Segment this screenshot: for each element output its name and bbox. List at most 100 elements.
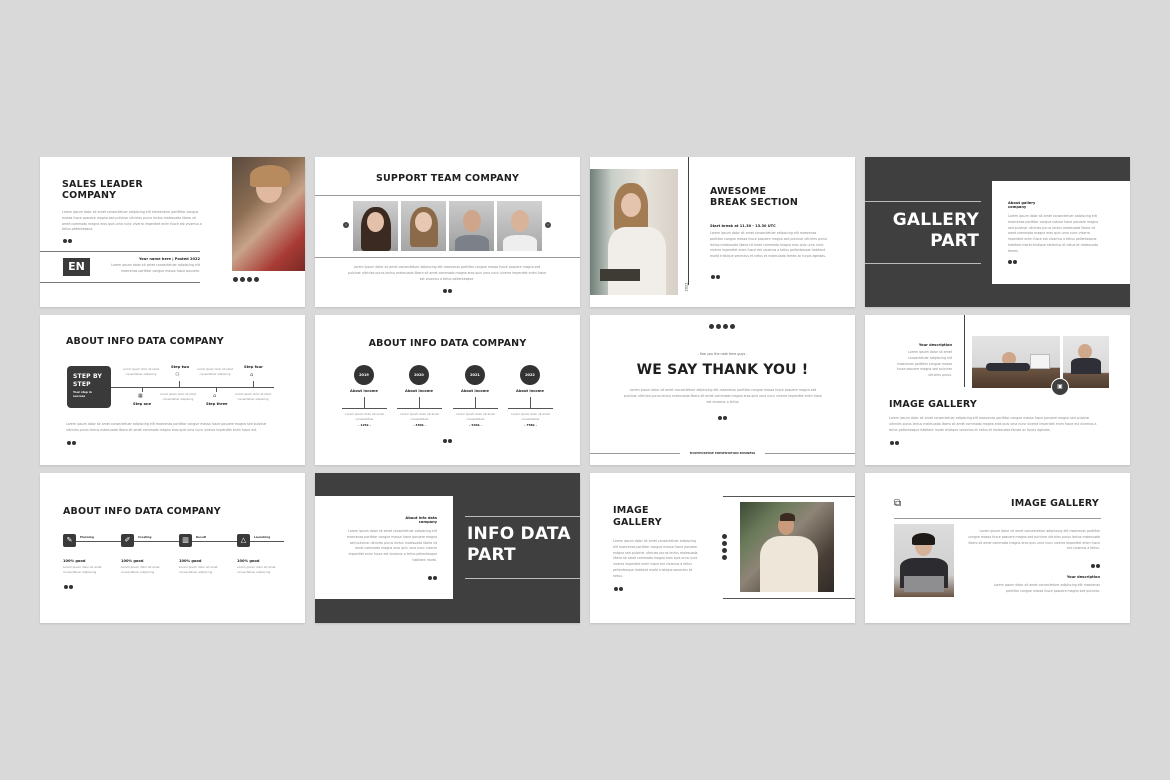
twitter-icon[interactable] [240, 277, 245, 282]
process-stat: 100% good [179, 559, 202, 563]
slide-image-gallery-c[interactable]: ⧉ IMAGE GALLERY Lorem ipsum dolor sit am… [865, 473, 1130, 623]
twitter-icon[interactable] [722, 541, 727, 546]
team-member-photo [401, 201, 446, 251]
break-time: Start break at 11.30 - 13.30 UTC [710, 224, 776, 228]
step-label: Step three [206, 402, 228, 406]
divider [40, 282, 200, 283]
gallery-icon: ⧉ [894, 498, 902, 509]
step-label: Step four [244, 365, 263, 369]
slide-sales-leader[interactable]: SALES LEADER COMPANY Lorem ipsum dolor s… [40, 157, 305, 307]
linkedin-icon[interactable] [254, 277, 259, 282]
item-label: About income [516, 389, 544, 393]
divider [315, 195, 580, 196]
pencil-icon: ✎ [63, 534, 76, 547]
twitter-icon[interactable] [716, 324, 721, 329]
pagination-dots [718, 416, 727, 420]
slide-image-gallery-a[interactable]: Your description Lorem ipsum dolor sit a… [865, 315, 1130, 465]
vertical-divider [964, 315, 965, 387]
facebook-icon[interactable] [709, 324, 714, 329]
pagination-dots [711, 275, 720, 279]
slide-yearly-income[interactable]: ABOUT INFO DATA COMPANY 2019 About income… [315, 315, 580, 465]
process-text: Lorem ipsum dolor sit amet consectetuer … [237, 565, 276, 574]
slide-image-gallery-b[interactable]: IMAGE GALLERY Lorem ipsum dolor sit amet… [590, 473, 855, 623]
next-arrow-button[interactable]: › [545, 222, 551, 228]
team-member-photo [449, 201, 494, 251]
vertical-divider [688, 157, 689, 285]
slide-title: ABOUT INFO DATA COMPANY [63, 506, 221, 517]
gallery-photo [972, 336, 1060, 388]
social-icons [709, 324, 735, 329]
divider [723, 496, 855, 497]
slide-title: ABOUT INFO DATA COMPANY [66, 336, 224, 347]
gallery-badge-icon: ▣ [1051, 378, 1069, 396]
slide-info-data-part[interactable]: About info data company Lorem ipsum dolo… [315, 473, 580, 623]
prev-arrow-button[interactable]: ‹ [343, 222, 349, 228]
divider [865, 263, 981, 264]
process-label: Creating [138, 535, 153, 539]
info-card: About info data company Lorem ipsum dolo… [315, 496, 453, 599]
item-text: Lorem ipsum dolor sit amet consectetuer [400, 412, 439, 421]
timeline-line [111, 387, 274, 388]
instagram-icon[interactable] [247, 277, 252, 282]
instagram-icon[interactable] [723, 324, 728, 329]
slide-title: SUPPORT TEAM COMPANY [375, 173, 520, 184]
item-value: - 330k - [413, 423, 426, 427]
linkedin-icon[interactable] [722, 555, 727, 560]
portrait-photo [232, 157, 305, 271]
body-text: Lorem ipsum dolor sit amet consectetuer … [710, 231, 828, 259]
logo-badge: EN [63, 258, 90, 276]
slide-gallery-part[interactable]: GALLERY PART About gallery company Lorem… [865, 157, 1130, 307]
step-label: Step two [171, 365, 190, 369]
card-body: Lorem ipsum dolor sit amet consectetuer … [346, 529, 437, 562]
body-text: Lorem ipsum dolor sit amet consectetuer … [347, 265, 547, 281]
step-text: Lorem ipsum dolor sit amet consectetuer … [123, 368, 159, 376]
process-text: Lorem ipsum dolor sit amet consectetuer … [63, 565, 102, 574]
info-card: About gallery company Lorem ipsum dolor … [992, 181, 1130, 284]
description-title: Your description [1066, 575, 1100, 579]
facebook-icon[interactable] [722, 534, 727, 539]
divider [465, 578, 580, 579]
step-box-sub: Your step in success [73, 390, 92, 398]
pagination-dots [443, 439, 452, 443]
body-text: Lorem ipsum dolor sit amet consectetuer … [66, 422, 267, 432]
slide-thank-you[interactable]: - See you the next time guys - WE SAY TH… [590, 315, 855, 465]
slide-title: IMAGE GALLERY [613, 505, 662, 529]
slide-title: IMAGE GALLERY [889, 399, 977, 410]
social-icons [233, 277, 259, 282]
description-title: Your description [918, 343, 952, 347]
author-body: Lorem ipsum dolor sit amet consectetuer … [111, 263, 200, 273]
step-box: STEP BY STEP Your step in success [67, 366, 111, 408]
slide-support-team[interactable]: SUPPORT TEAM COMPANY ‹ › Lorem ipsum dol… [315, 157, 580, 307]
pagination-dots [890, 441, 899, 445]
process-label: Launching [254, 535, 272, 539]
timeline-line [63, 541, 284, 542]
slide-title: AWESOME BREAK SECTION [710, 186, 799, 208]
divider [865, 201, 981, 202]
instagram-icon[interactable] [722, 548, 727, 553]
pagination-dots [614, 587, 623, 591]
step-label: Step one [133, 402, 152, 406]
divider [315, 257, 580, 258]
divider [765, 453, 855, 454]
card-title: About info data company [405, 516, 437, 524]
woman-laptop-photo [894, 524, 954, 597]
chart-icon: ▦ [138, 393, 143, 399]
slide-title: ABOUT INFO DATA COMPANY [368, 338, 527, 349]
slide-process[interactable]: ABOUT INFO DATA COMPANY ✎ Planning 100% go… [40, 473, 305, 623]
slide-title: WE SAY THANK YOU ! [636, 362, 809, 378]
author-line: Your name here | Posted 2022 [139, 257, 200, 261]
year-badge: 2022 [520, 365, 540, 385]
divider [40, 251, 200, 252]
slide-step-by-step[interactable]: ABOUT INFO DATA COMPANY STEP BY STEP You… [40, 315, 305, 465]
slide-break-section[interactable]: 2022 AWESOME BREAK SECTION Start break a… [590, 157, 855, 307]
home-icon: ⌂ [250, 372, 254, 378]
linkedin-icon[interactable] [730, 324, 735, 329]
process-stat: 100% good [237, 559, 260, 563]
process-stat: 100% good [121, 559, 144, 563]
pagination-dots [63, 239, 72, 243]
divider [465, 516, 580, 517]
slide-title: GALLERY PART [892, 210, 979, 252]
item-value: - 758k - [524, 423, 537, 427]
facebook-icon[interactable] [233, 277, 238, 282]
card-body: Lorem ipsum dolor sit amet consectetuer … [1008, 214, 1099, 253]
